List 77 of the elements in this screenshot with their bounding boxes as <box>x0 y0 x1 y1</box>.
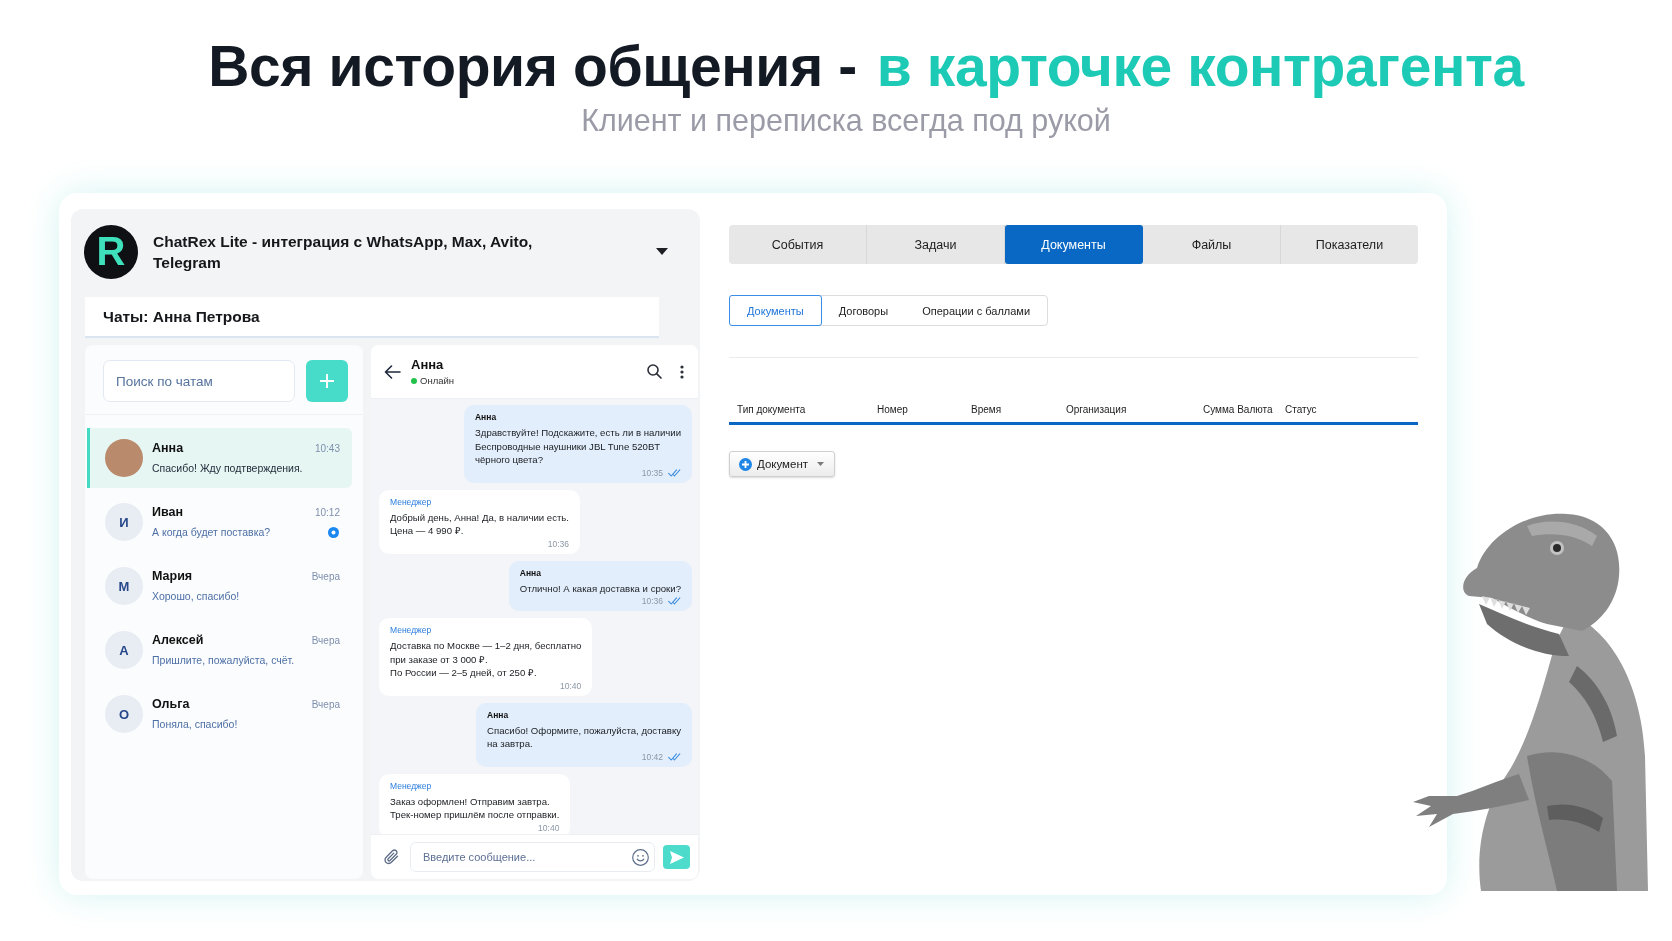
headline-accent: в карточке контрагента <box>876 34 1524 98</box>
status-text: Онлайн <box>420 374 454 387</box>
message-text: Отлично! А какая доставка и сроки? <box>519 581 681 595</box>
message-time: Вчера <box>311 570 340 584</box>
search-field[interactable]: Поиск по чатам <box>103 360 295 402</box>
contact-name: Алексей <box>152 632 204 649</box>
message-time: 10:12 <box>314 506 340 520</box>
chats-title: Чаты: Анна Петрова <box>103 307 260 326</box>
message-author: Менеджер <box>390 495 433 509</box>
smiley-icon[interactable] <box>632 848 649 866</box>
subtitle: Клиент и переписка всегда под рукой <box>581 103 1111 137</box>
message-text: Заказ оформлен! Отправим завтра. Трек-номер пришлём после отправки. <box>390 794 560 822</box>
app-title: ChatRex Lite - интеграция с WhatsApp, Max, Avito, Telegram <box>153 231 534 273</box>
message-text: Доставка по Москве — 1–2 дня, бесплатно при заказе от 3 000 ₽. По России — 2–5 дней, от 250 ₽. <box>390 639 582 680</box>
contact-avatar: О <box>105 695 143 733</box>
message-text: Добрый день, Анна! Да, в наличии есть. Цена — 4 990 ₽. <box>390 510 569 538</box>
contact-name: Ольга <box>152 696 190 713</box>
plus-icon <box>320 374 334 388</box>
chat-list-item[interactable]: А Алексей Вчера Пришлите, пожалуйста, счёт. <box>87 620 352 680</box>
subtab[interactable]: Договоры <box>821 295 906 326</box>
search-icon[interactable] <box>647 364 662 379</box>
avatar-photo-placeholder <box>105 439 143 477</box>
message-preview: Пришлите, пожалуйста, счёт. <box>152 653 295 668</box>
contact-avatar: А <box>105 631 143 669</box>
headline-text: Вся история общения - <box>208 34 857 98</box>
message-preview: А когда будет поставка? <box>152 525 271 540</box>
message-text: Здравствуйте! Подскажите, есть ли в наличии Беспроводные наушники JBL Tune 520BT чёрного цвета? <box>475 426 681 467</box>
message-time: 10:36 <box>547 538 569 549</box>
contact-avatar: И <box>105 503 143 541</box>
caret-icon <box>817 462 824 466</box>
message-author: Анна <box>475 411 498 424</box>
message-preview: Хорошо, спасибо! <box>152 589 240 604</box>
contact-name: Мария <box>152 568 193 585</box>
message-time: Вчера <box>311 634 340 648</box>
message-preview: Поняла, спасибо! <box>152 717 238 732</box>
tab[interactable]: События <box>729 225 867 264</box>
contact-name: Иван <box>152 504 183 521</box>
back-arrow-icon[interactable] <box>384 364 401 379</box>
column-header: Сумма Валюта <box>1203 404 1274 415</box>
message-text: Спасибо! Оформите, пожалуйста, доставку на завтра. <box>487 723 681 751</box>
contact-name: Анна <box>411 356 444 373</box>
message-input[interactable]: Введите сообщение... <box>410 842 655 872</box>
contact-name: Анна <box>152 440 184 457</box>
subtab[interactable]: Операции с баллами <box>905 295 1048 326</box>
message-author: Анна <box>519 566 542 580</box>
message-time: Вчера <box>311 698 340 712</box>
message-time: 10:42 <box>641 751 663 762</box>
tab[interactable]: Документы <box>1005 225 1143 264</box>
message-author: Менеджер <box>390 779 433 793</box>
chat-list-item[interactable]: И Иван 10:12 А когда будет поставка? <box>87 492 352 552</box>
contact-avatar: М <box>105 567 143 605</box>
subtab[interactable]: Документы <box>729 295 822 326</box>
message-author: Менеджер <box>390 624 433 637</box>
message-author: Анна <box>487 708 510 722</box>
tab[interactable]: Показатели <box>1281 225 1418 264</box>
column-header: Время <box>971 404 1003 415</box>
column-header: Организация <box>1066 404 1128 415</box>
column-header: Номер <box>877 404 909 415</box>
tab[interactable]: Файлы <box>1143 225 1281 264</box>
send-icon <box>669 850 684 864</box>
message-time: 10:35 <box>641 467 663 478</box>
message-preview: Спасибо! Жду подтверждения. <box>152 461 303 476</box>
message-time: 10:40 <box>560 680 582 691</box>
message-time: 10:43 <box>314 442 340 456</box>
add-document-button[interactable]: Документ <box>729 451 835 477</box>
column-header: Статус <box>1285 404 1318 415</box>
chat-list-item[interactable]: М Мария Вчера Хорошо, спасибо! <box>87 556 352 616</box>
chat-list-item[interactable]: О Ольга Вчера Поняла, спасибо! <box>87 684 352 744</box>
app-logo: R <box>84 224 138 279</box>
column-header: Тип документа <box>737 404 807 415</box>
plus-circle-icon <box>739 457 752 471</box>
paperclip-icon[interactable] <box>384 848 400 866</box>
message-time: 10:40 <box>538 822 560 833</box>
message-time: 10:36 <box>641 596 663 606</box>
more-icon[interactable] <box>680 364 684 379</box>
chat-list-item[interactable]: Анна 10:43 Спасибо! Жду подтверждения. <box>87 428 352 488</box>
dropdown-caret-icon[interactable] <box>656 248 668 255</box>
